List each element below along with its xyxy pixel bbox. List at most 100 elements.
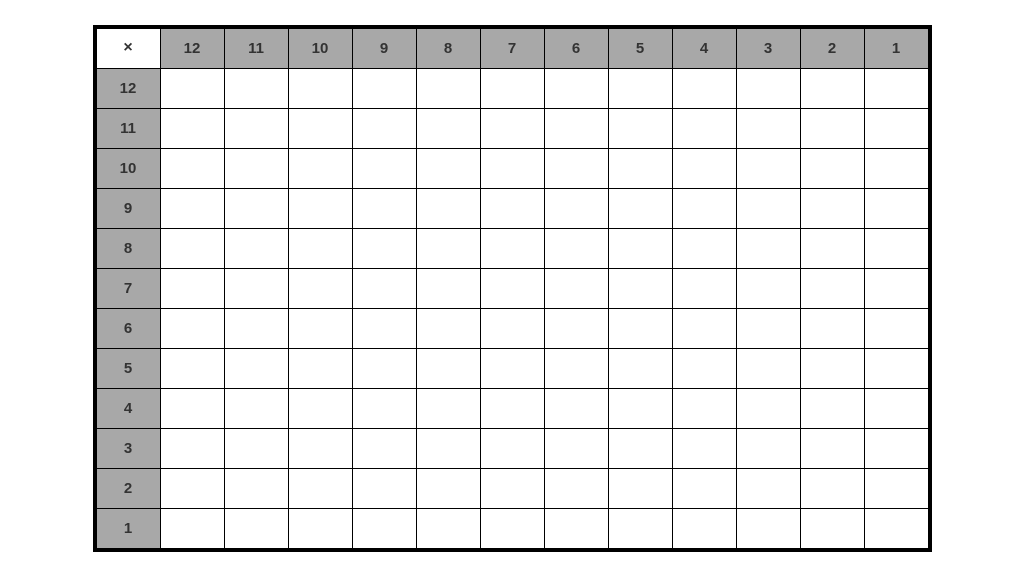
grid-cell (736, 228, 800, 268)
grid-cell (672, 148, 736, 188)
grid-cell (480, 468, 544, 508)
col-header: 3 (736, 28, 800, 68)
grid-cell (288, 68, 352, 108)
col-header: 1 (864, 28, 928, 68)
grid-cell (608, 388, 672, 428)
grid-cell (160, 388, 224, 428)
table-row: 8 (96, 228, 928, 268)
grid-cell (480, 508, 544, 548)
grid-cell (288, 308, 352, 348)
row-header: 10 (96, 148, 160, 188)
header-row: × 12 11 10 9 8 7 6 5 4 3 2 1 (96, 28, 928, 68)
grid-cell (736, 388, 800, 428)
grid-cell (160, 308, 224, 348)
grid-cell (224, 348, 288, 388)
grid-cell (160, 188, 224, 228)
grid-cell (224, 228, 288, 268)
grid-cell (800, 108, 864, 148)
grid-cell (608, 348, 672, 388)
grid-cell (544, 468, 608, 508)
col-header: 9 (352, 28, 416, 68)
row-header: 5 (96, 348, 160, 388)
grid-cell (864, 388, 928, 428)
grid-cell (800, 348, 864, 388)
grid-cell (672, 268, 736, 308)
table-row: 10 (96, 148, 928, 188)
grid-cell (224, 268, 288, 308)
grid-cell (736, 468, 800, 508)
row-header: 2 (96, 468, 160, 508)
grid-cell (864, 228, 928, 268)
table-body: 121110987654321 (96, 68, 928, 548)
grid-cell (736, 268, 800, 308)
grid-cell (160, 68, 224, 108)
grid-cell (224, 388, 288, 428)
grid-cell (480, 428, 544, 468)
grid-cell (416, 428, 480, 468)
grid-cell (672, 508, 736, 548)
grid-cell (864, 68, 928, 108)
grid-cell (352, 308, 416, 348)
grid-cell (672, 348, 736, 388)
row-header: 11 (96, 108, 160, 148)
grid-cell (864, 108, 928, 148)
grid-cell (224, 468, 288, 508)
grid-cell (864, 268, 928, 308)
grid-cell (416, 388, 480, 428)
row-header: 1 (96, 508, 160, 548)
grid-cell (608, 428, 672, 468)
grid-cell (160, 508, 224, 548)
grid-cell (352, 428, 416, 468)
grid-cell (288, 428, 352, 468)
grid-cell (160, 228, 224, 268)
grid-cell (736, 348, 800, 388)
row-header: 3 (96, 428, 160, 468)
grid-cell (352, 268, 416, 308)
grid-cell (160, 268, 224, 308)
row-header: 12 (96, 68, 160, 108)
grid-cell (416, 468, 480, 508)
col-header: 10 (288, 28, 352, 68)
grid-cell (544, 108, 608, 148)
grid-cell (160, 148, 224, 188)
grid-cell (416, 148, 480, 188)
grid-table: × 12 11 10 9 8 7 6 5 4 3 2 1 12111098765… (96, 28, 929, 549)
grid-cell (736, 148, 800, 188)
row-header: 9 (96, 188, 160, 228)
table-row: 7 (96, 268, 928, 308)
col-header: 5 (608, 28, 672, 68)
grid-cell (288, 508, 352, 548)
grid-cell (864, 188, 928, 228)
grid-cell (544, 348, 608, 388)
grid-cell (864, 148, 928, 188)
grid-cell (608, 468, 672, 508)
grid-cell (608, 508, 672, 548)
grid-cell (736, 188, 800, 228)
grid-cell (736, 508, 800, 548)
grid-cell (672, 68, 736, 108)
grid-cell (608, 308, 672, 348)
grid-cell (288, 268, 352, 308)
grid-cell (736, 308, 800, 348)
grid-cell (352, 388, 416, 428)
col-header: 6 (544, 28, 608, 68)
grid-cell (800, 228, 864, 268)
grid-cell (864, 508, 928, 548)
grid-cell (416, 68, 480, 108)
table-row: 2 (96, 468, 928, 508)
grid-cell (672, 228, 736, 268)
grid-cell (864, 468, 928, 508)
grid-cell (160, 348, 224, 388)
grid-cell (800, 468, 864, 508)
grid-cell (288, 188, 352, 228)
grid-cell (736, 108, 800, 148)
grid-cell (480, 348, 544, 388)
grid-cell (288, 388, 352, 428)
grid-cell (864, 428, 928, 468)
grid-cell (352, 348, 416, 388)
grid-cell (416, 308, 480, 348)
grid-cell (544, 228, 608, 268)
grid-cell (224, 508, 288, 548)
grid-cell (672, 428, 736, 468)
grid-cell (608, 68, 672, 108)
